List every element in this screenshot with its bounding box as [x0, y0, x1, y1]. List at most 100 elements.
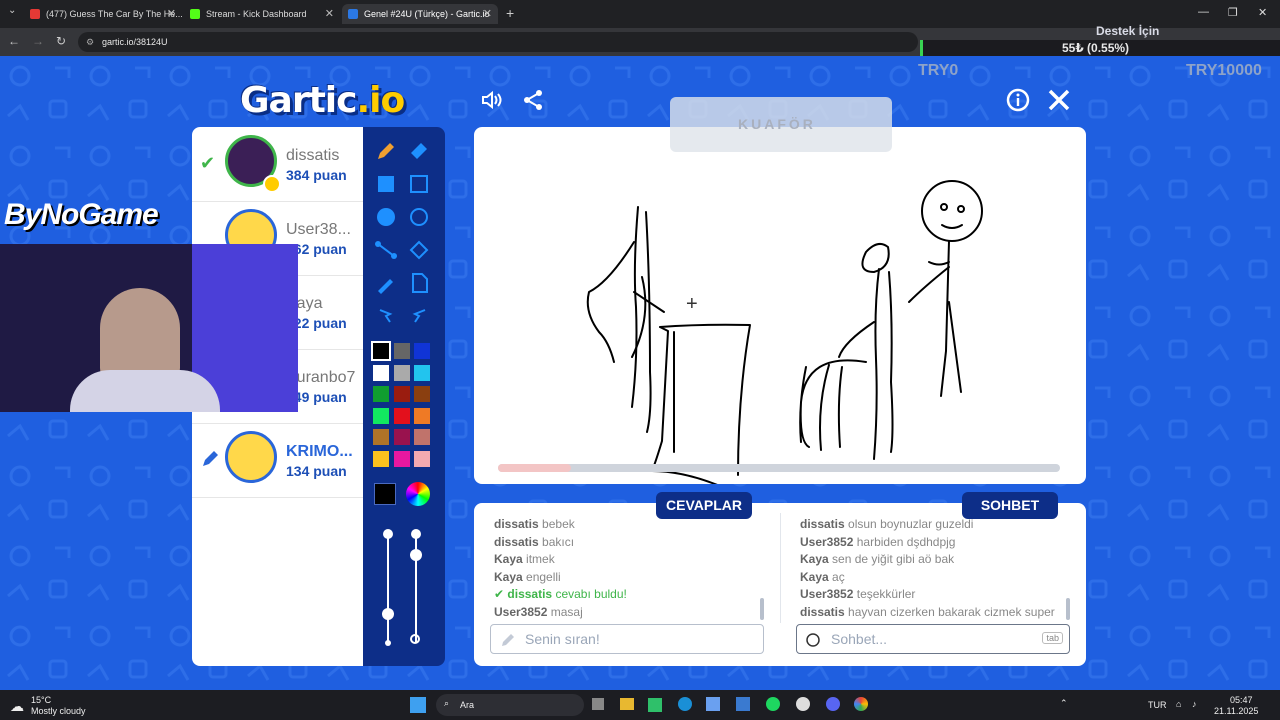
color-swatch[interactable]	[373, 429, 389, 445]
filled-rectangle-tool-icon[interactable]	[372, 170, 400, 198]
message-user: Kaya	[800, 569, 829, 584]
color-swatch[interactable]	[373, 364, 389, 381]
minimize-icon[interactable]: —	[1198, 6, 1209, 18]
host-badge-icon	[263, 175, 281, 193]
file-explorer-icon[interactable]	[620, 698, 634, 710]
tab-title: Stream - Kick Dashboard	[206, 9, 307, 19]
message-user: dissatis	[494, 517, 539, 531]
brush-size-slider-handle[interactable]	[382, 608, 394, 620]
color-swatch[interactable]	[414, 386, 430, 402]
info-icon[interactable]	[1006, 88, 1030, 112]
brush-size-slider-track[interactable]	[387, 532, 389, 642]
tab-title: Genel #24U (Türkçe) - Gartic.io	[364, 9, 490, 19]
color-wheel-icon[interactable]	[406, 482, 430, 506]
maximize-icon[interactable]: ❐	[1228, 6, 1238, 19]
browser-tab-kick[interactable]: Stream - Kick Dashboard ✕	[184, 4, 340, 24]
answer-input-field[interactable]	[490, 624, 764, 654]
color-swatch[interactable]	[373, 450, 389, 467]
store-icon[interactable]	[648, 698, 662, 712]
color-swatch[interactable]	[414, 429, 430, 445]
pencil-tool-icon[interactable]	[372, 137, 400, 165]
browser-tab-gartic[interactable]: Genel #24U (Türkçe) - Gartic.io ✕	[342, 4, 498, 24]
back-icon[interactable]: ←	[8, 34, 20, 48]
gartic-logo[interactable]: Gartic.io	[240, 80, 405, 121]
close-tab-icon[interactable]: ✕	[167, 4, 176, 24]
fill-bucket-tool-icon[interactable]	[405, 236, 433, 264]
chat-scrollbar[interactable]	[1066, 598, 1070, 620]
forward-icon[interactable]: →	[32, 34, 44, 48]
color-swatch[interactable]	[414, 343, 430, 359]
spotify-icon[interactable]	[766, 697, 780, 711]
language-indicator[interactable]: TUR	[1148, 700, 1167, 710]
volume-icon[interactable]: ♪	[1192, 699, 1197, 709]
weather-icon[interactable]: ☁	[10, 698, 24, 715]
circle-tool-icon[interactable]	[405, 203, 433, 231]
close-tab-icon[interactable]: ✕	[483, 4, 492, 24]
drawing-canvas[interactable]: +	[474, 127, 1086, 484]
windows-start-icon[interactable]	[410, 697, 426, 713]
color-swatch[interactable]	[393, 364, 410, 381]
color-swatch[interactable]	[393, 407, 410, 424]
answers-scrollbar[interactable]	[760, 598, 764, 620]
kick-icon	[190, 9, 200, 19]
chat-input[interactable]	[829, 630, 1033, 648]
steam-icon[interactable]	[796, 697, 810, 711]
color-swatch[interactable]	[393, 429, 410, 445]
discord-icon[interactable]	[826, 697, 840, 711]
tab-chat[interactable]: SOHBET	[962, 492, 1058, 519]
brush-size-max-icon	[383, 529, 393, 539]
site-info-icon[interactable]: ⚙	[86, 32, 94, 52]
calculator-icon[interactable]	[706, 697, 720, 711]
close-icon[interactable]	[1047, 88, 1071, 112]
answer-input[interactable]	[523, 630, 727, 648]
list-item: User3852 masaj	[494, 604, 774, 622]
browser-tab-youtube[interactable]: (477) Guess The Car By The He... ✕	[24, 4, 182, 24]
rectangle-tool-icon[interactable]	[405, 170, 433, 198]
redo-icon[interactable]	[405, 302, 433, 330]
eraser-tool-icon[interactable]	[405, 137, 433, 165]
url-field[interactable]: ⚙ gartic.io/38124U	[78, 32, 918, 52]
close-tab-icon[interactable]: ✕	[325, 4, 334, 24]
close-window-icon[interactable]: ✕	[1258, 6, 1267, 19]
timer-progress-track	[498, 464, 1060, 472]
reload-icon[interactable]: ↻	[56, 34, 66, 48]
task-view-icon[interactable]	[592, 698, 604, 710]
edge-icon[interactable]	[678, 697, 692, 711]
taskbar-search[interactable]: ⌕ Ara	[436, 694, 584, 716]
new-tab-icon[interactable]: +	[506, 5, 514, 21]
color-swatch[interactable]	[371, 341, 391, 361]
color-swatch[interactable]	[393, 343, 410, 359]
line-tool-icon[interactable]	[372, 236, 400, 264]
clear-page-icon[interactable]	[405, 269, 433, 297]
mail-icon[interactable]	[736, 697, 750, 711]
chat-input-field[interactable]: tab	[796, 624, 1070, 654]
share-icon[interactable]	[521, 88, 545, 112]
donation-max-label: TRY10000	[1186, 62, 1262, 79]
color-swatch[interactable]	[373, 386, 389, 402]
opacity-slider-handle[interactable]	[410, 549, 422, 561]
player-avatar	[225, 431, 277, 483]
sound-icon[interactable]	[480, 88, 504, 112]
color-swatch[interactable]	[414, 407, 430, 424]
color-swatch[interactable]	[393, 450, 410, 467]
color-swatch[interactable]	[414, 364, 430, 381]
drawing-strokes	[586, 180, 983, 484]
message-text: itmek	[526, 552, 555, 566]
chrome-icon[interactable]	[854, 697, 868, 711]
taskbar: ☁ 15°C Mostly cloudy ⌕ Ara ⌃ TUR ⌂ ♪ 05:…	[0, 690, 1280, 720]
tab-search-icon[interactable]: ⌄	[8, 5, 16, 16]
current-color-swatch[interactable]	[374, 483, 396, 505]
tab-answers[interactable]: CEVAPLAR	[656, 492, 752, 519]
color-swatch[interactable]	[414, 450, 430, 467]
logo-main-text: Gartic	[240, 80, 357, 121]
network-icon[interactable]: ⌂	[1176, 699, 1181, 709]
eyedropper-tool-icon[interactable]	[372, 269, 400, 297]
tray-chevron-icon[interactable]: ⌃	[1060, 698, 1068, 709]
clock-time[interactable]: 05:47	[1230, 695, 1253, 705]
clock-date[interactable]: 21.11.2025	[1214, 706, 1258, 716]
color-swatch[interactable]	[373, 407, 389, 424]
filled-circle-tool-icon[interactable]	[372, 203, 400, 231]
undo-icon[interactable]	[372, 302, 400, 330]
color-swatch[interactable]	[393, 386, 410, 402]
message-user: User3852	[800, 534, 854, 549]
